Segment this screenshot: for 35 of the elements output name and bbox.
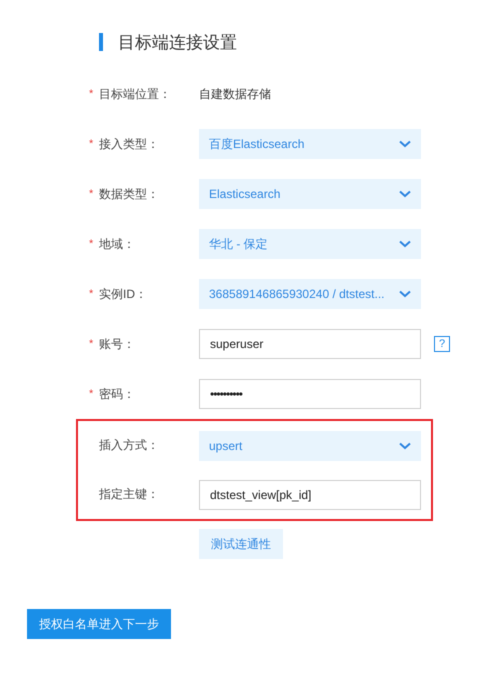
section-title: 目标端连接设置: [118, 32, 237, 54]
input-field[interactable]: dtstest_view[pk_id]: [199, 480, 421, 510]
required-asterisk: *: [89, 288, 94, 300]
field-label: 插入方式：: [99, 437, 160, 454]
chevron-down-icon: [399, 190, 411, 198]
select-dropdown[interactable]: upsert: [199, 430, 421, 460]
field-label: 目标端位置：: [99, 86, 172, 102]
required-asterisk: *: [89, 238, 94, 250]
required-asterisk: *: [89, 188, 94, 200]
select-dropdown[interactable]: Elasticsearch: [199, 179, 421, 209]
field-label: 实例ID：: [99, 286, 148, 302]
help-icon[interactable]: ?: [434, 336, 450, 352]
title-accent-bar: [99, 33, 103, 51]
select-dropdown[interactable]: 华北 - 保定: [199, 229, 421, 259]
field-label: 接入类型：: [99, 136, 160, 152]
select-dropdown[interactable]: 368589146865930240 / dtstest...: [199, 279, 421, 309]
input-field[interactable]: superuser: [199, 329, 421, 359]
field-label: 地域：: [99, 236, 136, 252]
field-label: 数据类型：: [99, 186, 160, 202]
field-label: 账号：: [99, 336, 136, 352]
chevron-down-icon: [399, 290, 411, 298]
required-asterisk: *: [89, 338, 94, 350]
test-connection-button[interactable]: 测试连通性: [199, 529, 283, 559]
next-step-button[interactable]: 授权白名单进入下一步: [27, 609, 171, 639]
required-asterisk: *: [89, 88, 94, 100]
required-asterisk: *: [89, 388, 94, 400]
chevron-down-icon: [399, 140, 411, 148]
required-asterisk: *: [89, 138, 94, 150]
chevron-down-icon: [399, 442, 411, 450]
password-field[interactable]: ••••••••••: [199, 379, 421, 409]
field-label: 密码：: [99, 386, 136, 402]
field-value: 自建数据存储: [199, 86, 272, 102]
chevron-down-icon: [399, 240, 411, 248]
field-label: 指定主键：: [99, 486, 160, 503]
select-dropdown[interactable]: 百度Elasticsearch: [199, 129, 421, 159]
